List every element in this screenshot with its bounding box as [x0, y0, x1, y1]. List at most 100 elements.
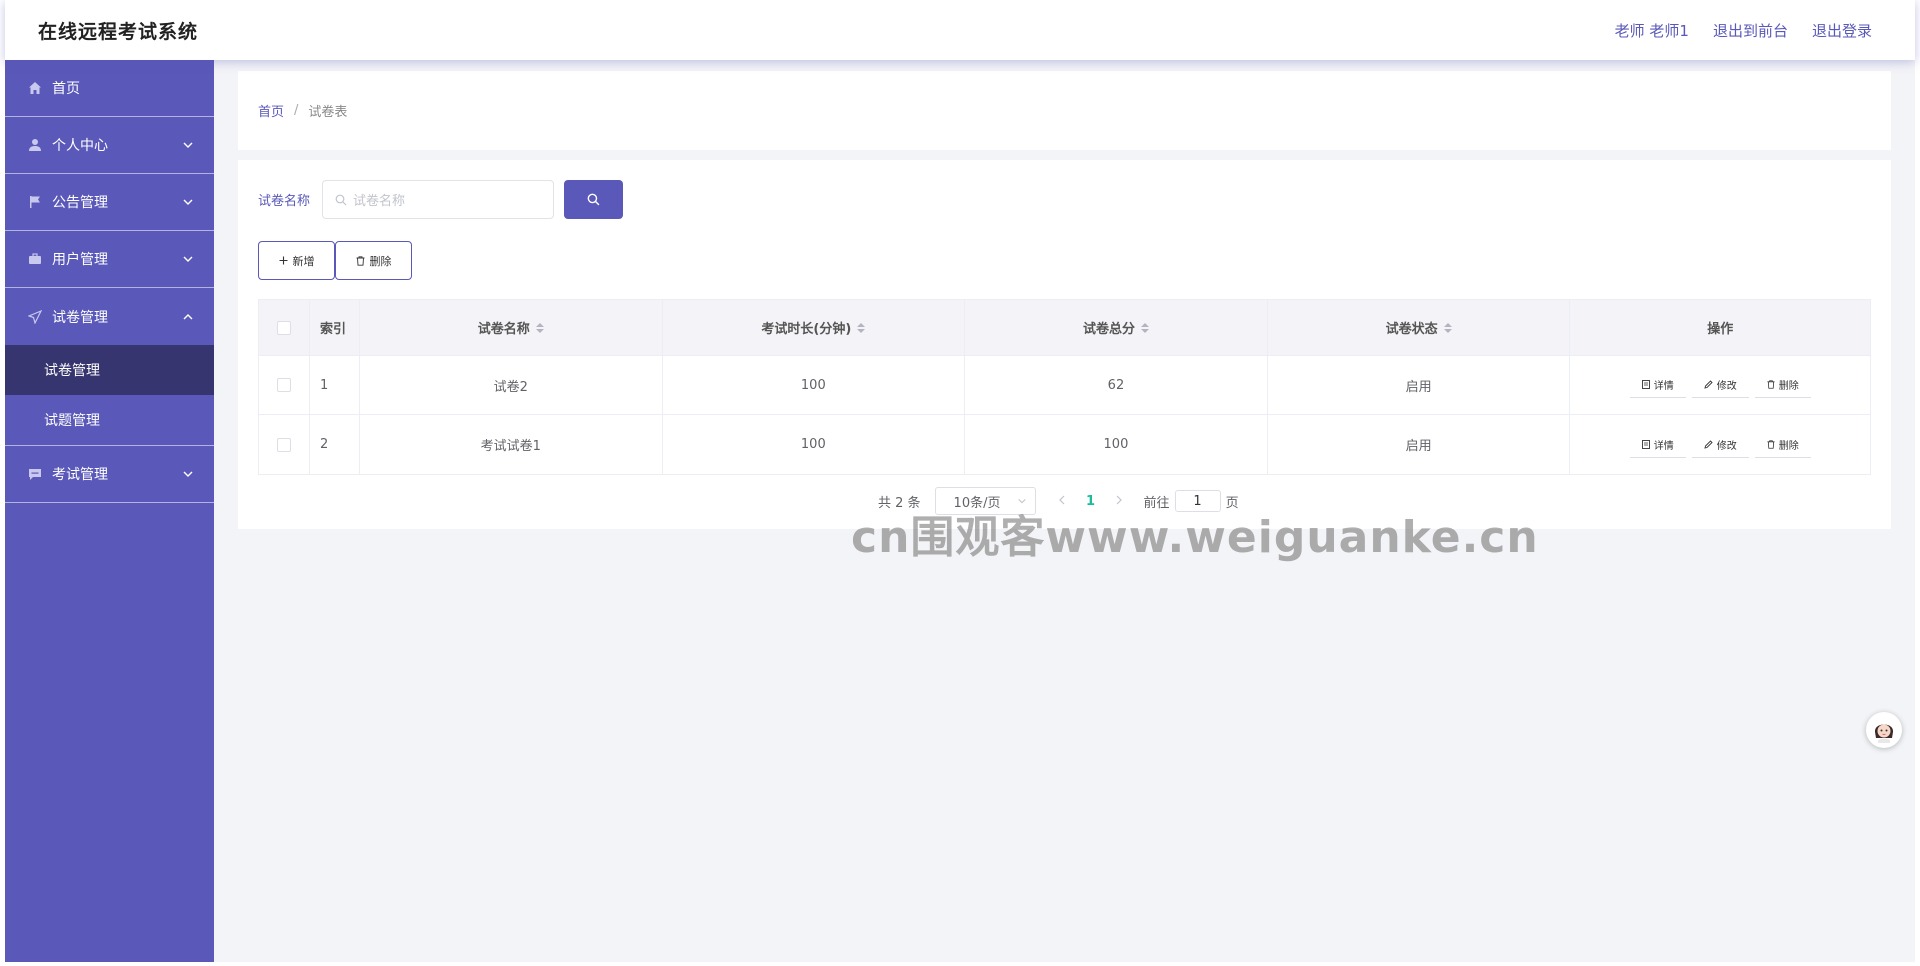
edit-button[interactable]: 修改 [1691, 372, 1749, 398]
sidebar-item-label: 考试管理 [52, 467, 108, 483]
current-user-label[interactable]: 老师 老师1 [1615, 20, 1689, 41]
search-button[interactable] [564, 180, 624, 219]
edit-icon [1704, 380, 1713, 389]
edit-label: 修改 [1716, 440, 1737, 452]
cell-status: 启用 [1268, 415, 1571, 474]
header-ops: 操作 [1570, 300, 1870, 355]
header-links: 老师 老师1 退出到前台 退出登录 [1615, 20, 1872, 41]
breadcrumb-separator: / [294, 103, 299, 118]
search-row: 试卷名称 试卷名称 [258, 180, 624, 219]
page-number-current[interactable]: 1 [1076, 494, 1106, 509]
search-icon [587, 193, 600, 206]
row-checkbox[interactable] [276, 378, 291, 392]
flag-icon [28, 195, 42, 209]
detail-button[interactable]: 详情 [1629, 372, 1686, 398]
header-checkbox-cell [259, 300, 310, 355]
sidebar-item-home[interactable]: 首页 [5, 60, 214, 117]
breadcrumb-current: 试卷表 [308, 105, 348, 120]
add-button[interactable]: 新增 [258, 241, 335, 280]
sidebar-item-profile[interactable]: 个人中心 [5, 117, 214, 174]
document-icon [1641, 380, 1650, 389]
cell-ops: 详情 修改 删除 [1570, 415, 1870, 474]
top-header: 在线远程考试系统 老师 老师1 退出到前台 退出登录 [5, 0, 1915, 60]
chevron-down-icon [1017, 498, 1026, 504]
search-icon [335, 194, 347, 205]
sidebar-item-users[interactable]: 用户管理 [5, 231, 214, 288]
search-input[interactable]: 试卷名称 [322, 180, 555, 219]
goto-suffix: 页 [1225, 495, 1239, 511]
action-row: 新增 删除 [258, 241, 412, 280]
sidebar-item-exams[interactable]: 考试管理 [5, 446, 214, 503]
breadcrumb-home[interactable]: 首页 [258, 101, 284, 120]
cell-score: 100 [965, 415, 1268, 474]
cell-index: 2 [310, 415, 360, 474]
edit-label: 修改 [1716, 381, 1737, 392]
sidebar-subitem-question-manage[interactable]: 试题管理 [5, 395, 214, 445]
sidebar-item-notices[interactable]: 公告管理 [5, 174, 214, 231]
row-checkbox-cell [259, 356, 310, 414]
cell-ops: 详情 修改 删除 [1570, 356, 1870, 414]
edit-icon [1704, 439, 1713, 449]
sort-icon[interactable] [857, 322, 866, 333]
chevron-down-icon [183, 471, 193, 477]
cell-duration: 100 [663, 415, 966, 474]
sidebar-item-label: 用户管理 [52, 252, 108, 268]
search-label: 试卷名称 [258, 194, 311, 209]
goto-page-input[interactable] [1174, 490, 1221, 512]
sidebar-item-papers[interactable]: 试卷管理 [5, 288, 214, 345]
pagination-total: 共 2 条 [878, 495, 921, 511]
batch-delete-button[interactable]: 删除 [335, 241, 412, 280]
app-title: 在线远程考试系统 [38, 20, 199, 43]
cell-name: 考试试卷1 [360, 415, 663, 474]
header-status-label: 试卷状态 [1385, 322, 1438, 337]
prev-page-button[interactable] [1050, 494, 1076, 509]
paper-table: 索引 试卷名称 考试时长(分钟) 试卷总分 试卷状态 操作 1 试卷2 100 … [258, 299, 1871, 475]
sort-icon[interactable] [1140, 322, 1149, 333]
sort-icon[interactable] [535, 322, 544, 333]
cell-duration: 100 [663, 356, 966, 414]
papers-submenu: 试卷管理 试题管理 [5, 345, 214, 446]
delete-label: 删除 [1778, 381, 1799, 392]
sidebar-subitem-label: 试题管理 [44, 413, 100, 429]
briefcase-icon [28, 252, 42, 266]
sidebar-subitem-paper-manage[interactable]: 试卷管理 [5, 345, 214, 395]
next-page-button[interactable] [1106, 494, 1132, 509]
page-size-value: 10条/页 [953, 495, 1001, 511]
table-row: 1 试卷2 100 62 启用 详情 修改 删除 [259, 356, 1870, 415]
select-all-checkbox[interactable] [276, 320, 291, 335]
sidebar-subitem-label: 试卷管理 [44, 363, 100, 379]
header-score[interactable]: 试卷总分 [965, 300, 1268, 355]
row-checkbox[interactable] [276, 437, 291, 452]
breadcrumb: 首页 / 试卷表 [238, 71, 1891, 150]
delete-button[interactable]: 删除 [1754, 372, 1811, 398]
header-name[interactable]: 试卷名称 [360, 300, 663, 355]
chevron-down-icon [183, 199, 193, 205]
logout-link[interactable]: 退出登录 [1812, 20, 1872, 41]
row-checkbox-cell [259, 415, 310, 474]
chevron-down-icon [183, 142, 193, 148]
chat-icon [28, 467, 42, 481]
avatar-face-icon [1871, 717, 1897, 743]
detail-button[interactable]: 详情 [1629, 431, 1686, 458]
header-status[interactable]: 试卷状态 [1268, 300, 1571, 355]
goto-label: 前往 [1143, 495, 1170, 511]
page-size-select[interactable]: 10条/页 [934, 487, 1036, 515]
cell-status: 启用 [1268, 356, 1571, 414]
edit-button[interactable]: 修改 [1691, 431, 1749, 458]
cell-index: 1 [310, 356, 360, 414]
user-icon [28, 138, 42, 152]
table-row: 2 考试试卷1 100 100 启用 详情 修改 删除 [259, 415, 1870, 474]
paper-list-card: 试卷名称 试卷名称 新增 删除 索引 试卷名称 考试时长(分钟) 试卷总分 试卷… [238, 160, 1891, 529]
sidebar-item-label: 试卷管理 [52, 309, 108, 326]
header-score-label: 试卷总分 [1082, 322, 1135, 337]
chevron-left-icon [1059, 495, 1065, 504]
search-placeholder: 试卷名称 [353, 194, 406, 209]
header-duration[interactable]: 考试时长(分钟) [663, 300, 966, 355]
exit-to-front-link[interactable]: 退出到前台 [1713, 20, 1788, 41]
plus-icon [279, 256, 287, 265]
sort-icon[interactable] [1443, 322, 1452, 333]
delete-button[interactable]: 删除 [1754, 431, 1811, 458]
assistant-avatar-icon[interactable] [1866, 712, 1902, 748]
chevron-down-icon [183, 256, 193, 262]
header-name-label: 试卷名称 [477, 322, 530, 337]
